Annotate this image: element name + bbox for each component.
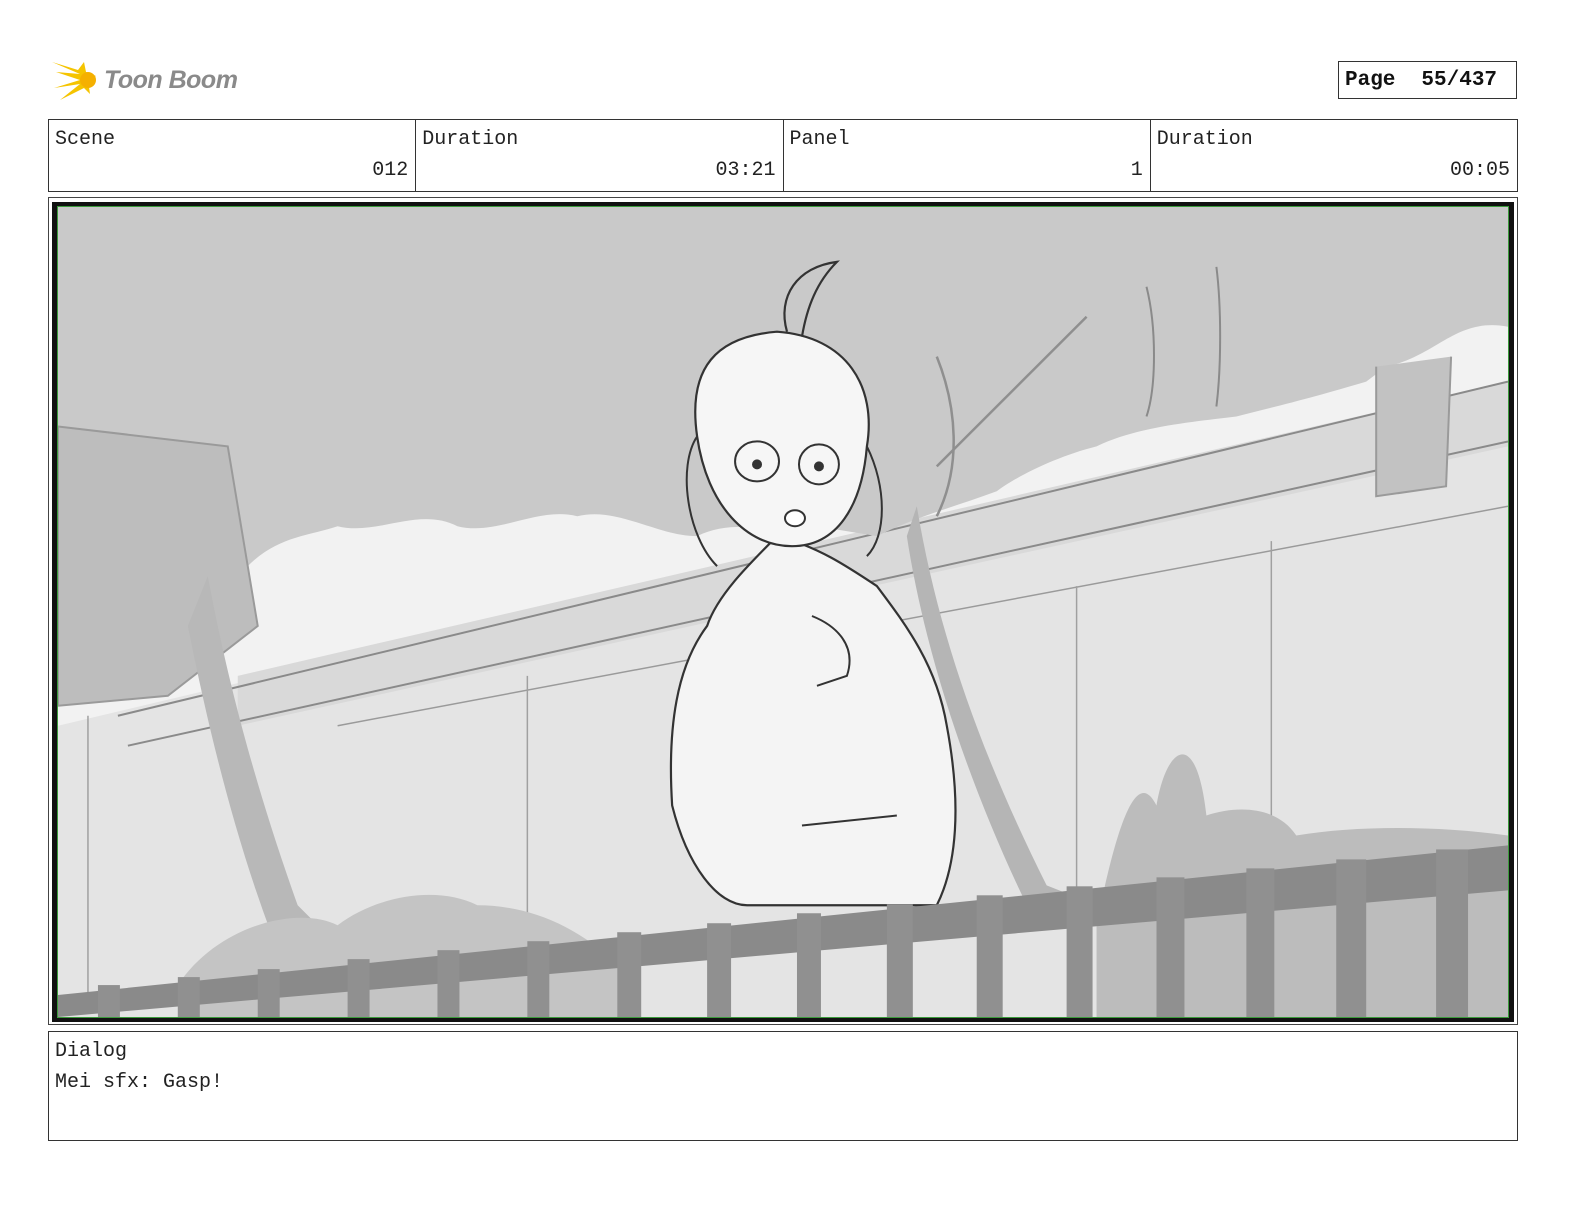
panel-info-row: Scene 012 Duration 03:21 Panel 1 Duratio… bbox=[48, 119, 1518, 192]
scene-cell: Scene 012 bbox=[49, 120, 417, 191]
storyboard-image bbox=[57, 206, 1509, 1018]
scene-duration-label: Duration bbox=[422, 128, 519, 151]
scene-label: Scene bbox=[55, 128, 116, 151]
dialog-label: Dialog bbox=[55, 1040, 128, 1063]
scene-value: 012 bbox=[372, 159, 409, 182]
toon-boom-logo: Toon Boom bbox=[50, 54, 250, 106]
page-label: Page bbox=[1345, 68, 1396, 92]
scene-duration-value: 03:21 bbox=[715, 159, 776, 182]
page-indicator: Page 55/437 bbox=[1338, 61, 1517, 99]
dialog-box: Dialog Mei sfx: Gasp! bbox=[48, 1031, 1518, 1141]
panel-value: 1 bbox=[1130, 159, 1143, 182]
starburst-icon bbox=[52, 62, 96, 100]
dialog-text: Mei sfx: Gasp! bbox=[55, 1071, 224, 1094]
panel-duration-label: Duration bbox=[1156, 128, 1253, 151]
scene-duration-cell: Duration 03:21 bbox=[416, 120, 784, 191]
panel-duration-value: 00:05 bbox=[1449, 159, 1510, 182]
page-number: 55/437 bbox=[1421, 68, 1498, 92]
logo-text: Toon Boom bbox=[104, 65, 238, 94]
panel-label: Panel bbox=[789, 128, 850, 151]
sketch-drawing bbox=[58, 207, 1508, 1017]
panel-cell: Panel 1 bbox=[784, 120, 1151, 191]
panel-duration-cell: Duration 00:05 bbox=[1151, 120, 1517, 191]
